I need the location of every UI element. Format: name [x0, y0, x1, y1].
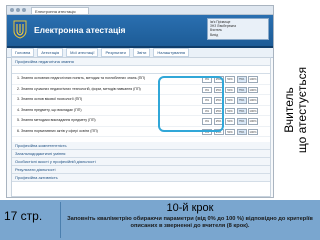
percent-option[interactable]: 50% — [225, 128, 235, 135]
section-header[interactable]: Загальнодидактичні уміння — [12, 150, 270, 158]
percent-option[interactable]: 0% — [202, 118, 212, 125]
percent-option[interactable]: 100% — [248, 97, 258, 104]
browser-toolbar: Електронна атестація — [7, 6, 273, 15]
section-header[interactable]: Результати діяльності — [12, 166, 270, 174]
qualimetry-form: Професійна педагогічна знання 1. Знання … — [11, 57, 271, 197]
nav-item[interactable]: Налаштування — [153, 48, 190, 57]
percent-option[interactable]: 25% — [213, 128, 224, 135]
section-header[interactable]: Професійна компетентність — [12, 142, 270, 150]
collapsed-sections: Професійна компетентність Загальнодидакти… — [12, 142, 270, 182]
step-description: Заповніть кваліметрію обираючи параметри… — [62, 216, 318, 230]
section-header[interactable]: Особистісні якості у професійній діяльно… — [12, 158, 270, 166]
nav-item[interactable]: Атестація — [37, 48, 64, 57]
criterion-options: 0% 25% 50% 75% 100% — [202, 118, 258, 125]
criterion-label: 5. Знання методики викладання предмету (… — [17, 118, 96, 122]
refresh-icon[interactable] — [22, 8, 26, 12]
criterion-row: 5. Знання методики викладання предмету (… — [12, 116, 270, 127]
section-spacer — [12, 66, 270, 74]
percent-option[interactable]: 50% — [225, 118, 235, 125]
percent-option[interactable]: 100% — [248, 86, 258, 93]
percent-option[interactable]: 100% — [248, 76, 258, 83]
percent-option[interactable]: 75% — [236, 128, 247, 135]
slide-footer: 17 стр. 10-й крок Заповніть кваліметрію … — [0, 200, 320, 240]
criterion-options: 0% 25% 50% 75% 100% — [202, 86, 258, 93]
criterion-label: 2. Знання сучасних педагогічних технолог… — [17, 86, 141, 91]
percent-option[interactable]: 50% — [225, 97, 235, 104]
percent-option[interactable]: 25% — [213, 107, 224, 114]
section-header[interactable]: Професійна активність — [12, 174, 270, 182]
percent-option[interactable]: 50% — [225, 107, 235, 114]
percent-option[interactable]: 75% — [236, 107, 247, 114]
nav-item[interactable]: Результати — [101, 48, 130, 57]
browser-tab[interactable]: Електронна атестація — [31, 7, 89, 14]
percent-option[interactable]: 75% — [236, 97, 247, 104]
site-title: Електронна атестація — [34, 25, 126, 35]
percent-option[interactable]: 25% — [213, 86, 224, 93]
trident-logo-icon — [13, 20, 27, 39]
forward-icon[interactable] — [16, 8, 20, 12]
user-panel: Ім'я Прізвище ЗНЗ Лівобережна Вчитель Ви… — [207, 18, 269, 40]
criterion-options: 0% 25% 50% 75% 100% — [202, 76, 258, 83]
section-title[interactable]: Професійна педагогічна знання — [12, 58, 270, 66]
percent-option[interactable]: 0% — [202, 107, 212, 114]
nav-item[interactable]: Мої атестації — [66, 48, 99, 57]
percent-option[interactable]: 25% — [213, 76, 224, 83]
percent-option[interactable]: 100% — [248, 118, 258, 125]
criterion-row: 1. Знання основних педагогічних понять, … — [12, 74, 270, 85]
criterion-label: 3. Знання основ вікової психології (ПП) — [17, 97, 83, 101]
percent-option[interactable]: 100% — [248, 128, 258, 135]
step-description-line: описаних в зверненні до вчителя (8 крок)… — [130, 223, 250, 229]
criterion-row: 3. Знання основ вікової психології (ПП) 0… — [12, 95, 270, 106]
criterion-label: 1. Знання основних педагогічних понять, … — [17, 76, 146, 80]
nav-item[interactable]: Звіти — [132, 48, 151, 57]
percent-option[interactable]: 100% — [248, 107, 258, 114]
side-annotation: Вчитель що атестується — [276, 40, 316, 180]
percent-option[interactable]: 75% — [236, 76, 247, 83]
percent-option[interactable]: 0% — [202, 97, 212, 104]
page-number: 17 стр. — [4, 209, 43, 223]
criterion-options: 0% 25% 50% 75% 100% — [202, 107, 258, 114]
percent-option[interactable]: 50% — [225, 86, 235, 93]
criterion-label: 4. Знання предмету, що викладає (ПП) — [17, 107, 82, 112]
percent-option[interactable]: 0% — [202, 128, 212, 135]
percent-option[interactable]: 50% — [225, 76, 235, 83]
step-description-line: Заповніть кваліметрію обираючи параметри… — [67, 216, 313, 222]
footer-divider — [60, 202, 61, 238]
step-title: 10-й крок — [166, 202, 214, 214]
browser-window: Електронна атестація Електронна атестаці… — [6, 5, 274, 198]
back-icon[interactable] — [10, 8, 14, 12]
criterion-label: 6. Знання нормативних актів у сфері осві… — [17, 128, 98, 133]
percent-option[interactable]: 0% — [202, 76, 212, 83]
criterion-options: 0% 25% 50% 75% 100% — [202, 128, 258, 135]
criterion-row: 6. Знання нормативних актів у сфері осві… — [12, 127, 270, 137]
side-annotation-text: Вчитель що атестується — [282, 66, 309, 154]
percent-option[interactable]: 75% — [236, 86, 247, 93]
criteria-list: 1. Знання основних педагогічних понять, … — [12, 74, 270, 137]
criterion-options: 0% 25% 50% 75% 100% — [202, 97, 258, 104]
percent-option[interactable]: 0% — [202, 86, 212, 93]
criterion-row: 4. Знання предмету, що викладає (ПП) 0% 25… — [12, 106, 270, 116]
criterion-row: 2. Знання сучасних педагогічних технолог… — [12, 85, 270, 95]
percent-option[interactable]: 25% — [213, 97, 224, 104]
nav-item[interactable]: Головна — [11, 48, 35, 57]
logout-link[interactable]: Вихід — [210, 33, 266, 37]
site-header: Електронна атестація Ім'я Прізвище ЗНЗ Л… — [7, 15, 273, 48]
percent-option[interactable]: 75% — [236, 118, 247, 125]
side-annotation-line: що атестується — [295, 66, 309, 154]
percent-option[interactable]: 25% — [213, 118, 224, 125]
